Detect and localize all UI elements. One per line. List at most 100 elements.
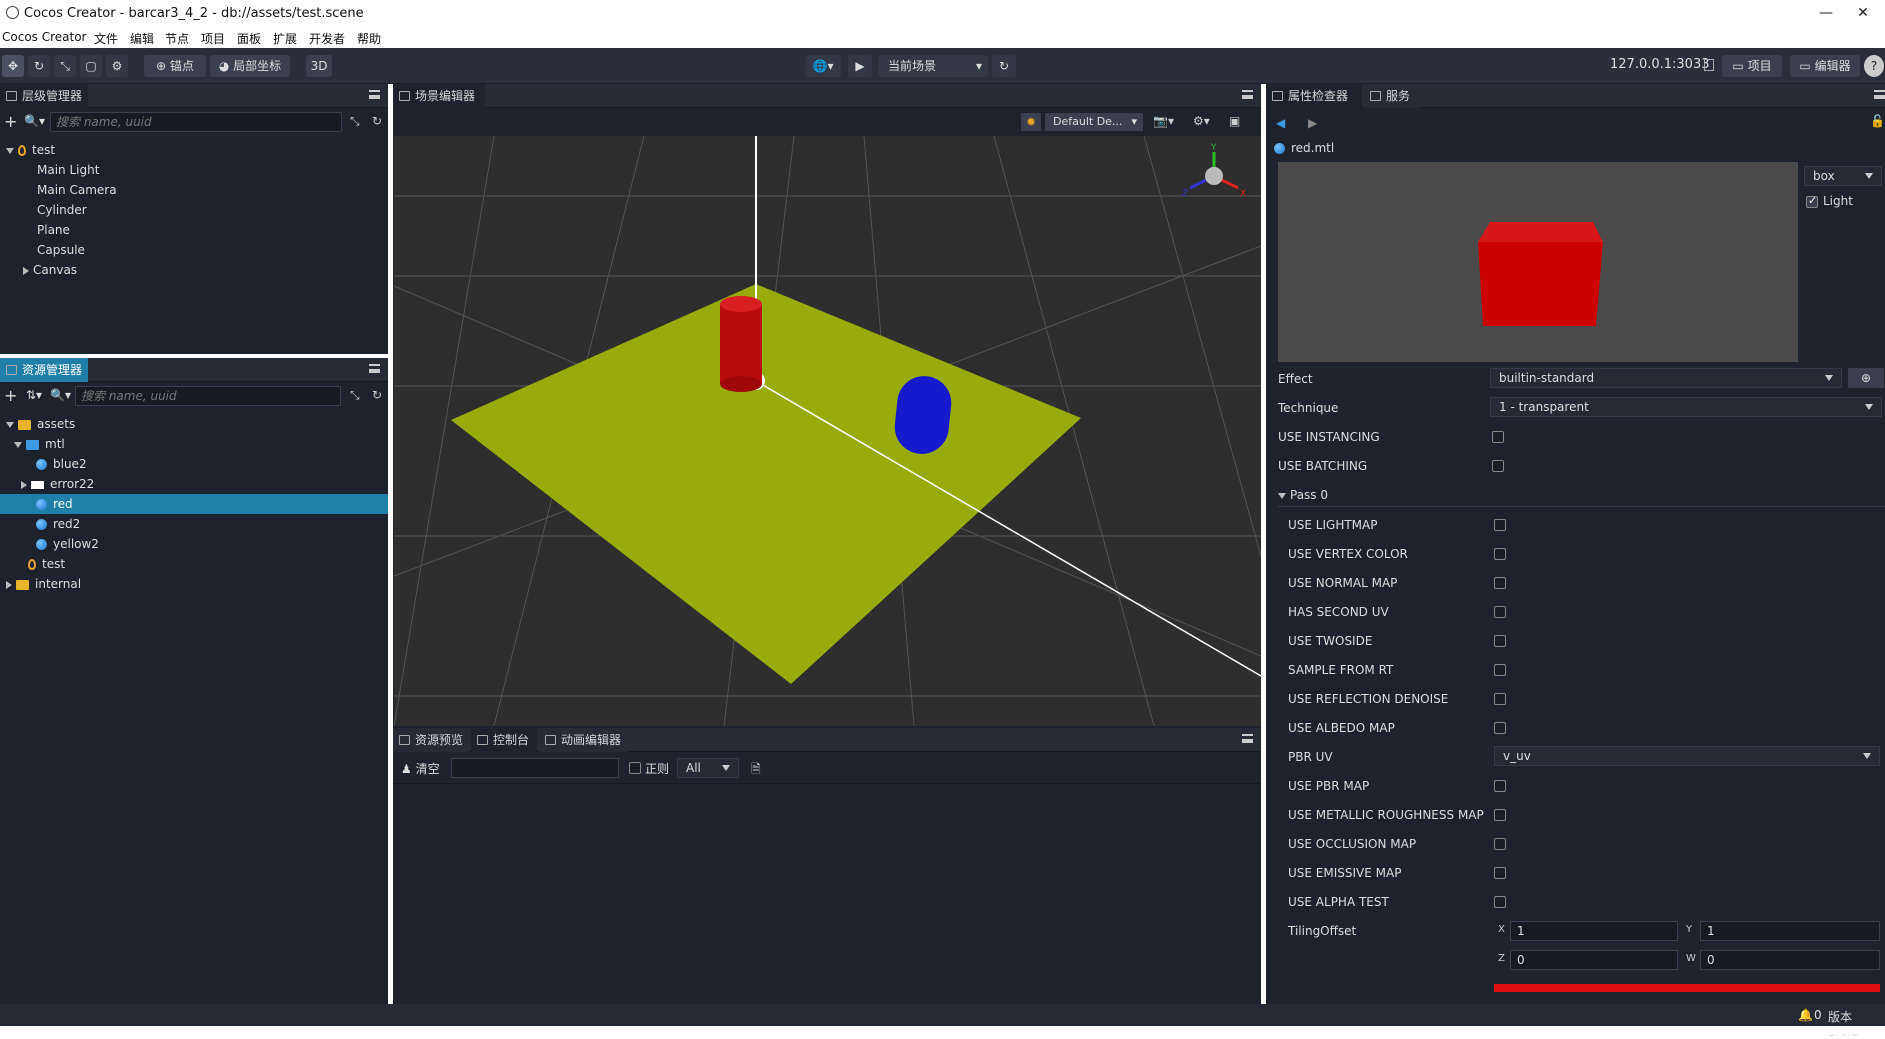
layout-icon[interactable]: ▣ xyxy=(1229,114,1240,128)
panel-menu-icon[interactable] xyxy=(1242,90,1253,99)
asset-assets[interactable]: assets xyxy=(6,414,75,434)
collapse-icon[interactable]: ⤡ xyxy=(350,388,360,403)
mode-3d-button[interactable]: 3D xyxy=(306,55,332,77)
tree-node-canvas[interactable]: Canvas xyxy=(23,260,77,280)
lock-icon[interactable]: 🔓 xyxy=(1870,114,1885,128)
asset-internal[interactable]: internal xyxy=(6,574,81,594)
search-icon[interactable]: 🔍▾ xyxy=(50,388,71,402)
menu-file[interactable]: 文件 xyxy=(94,30,118,47)
tree-node-main-light[interactable]: Main Light xyxy=(37,160,99,180)
effect-select[interactable]: builtin-standard xyxy=(1490,368,1842,388)
rect-tool-icon[interactable]: ▢ xyxy=(80,55,102,77)
minimize-button-2[interactable] xyxy=(1763,0,1807,26)
menu-edit[interactable]: 编辑 xyxy=(130,30,154,47)
tree-node-capsule[interactable]: Capsule xyxy=(37,240,85,260)
tab-animation-editor[interactable]: 动画编辑器 xyxy=(539,728,627,752)
menu-node[interactable]: 节点 xyxy=(165,30,189,47)
use-emissive-map-checkbox[interactable] xyxy=(1494,867,1506,879)
tiling-y-input[interactable]: 1 xyxy=(1700,921,1880,941)
technique-select[interactable]: 1 - transparent xyxy=(1490,397,1882,417)
pass-0-header[interactable]: Pass 0 xyxy=(1278,488,1328,502)
refresh-icon[interactable]: ↻ xyxy=(372,388,382,402)
menu-extension[interactable]: 扩展 xyxy=(273,30,297,47)
locate-effect-button[interactable]: ⊕ xyxy=(1848,368,1884,388)
preview-light-checkbox[interactable]: ✓ xyxy=(1806,194,1818,208)
tab-asset-preview[interactable]: 资源预览 xyxy=(393,728,469,752)
editor-button[interactable]: ▭ 编辑器 xyxy=(1790,55,1860,77)
use-alpha-test-checkbox[interactable] xyxy=(1494,896,1506,908)
refresh-icon[interactable]: ↻ xyxy=(372,114,382,128)
use-pbr-map-checkbox[interactable] xyxy=(1494,780,1506,792)
tab-hierarchy[interactable]: 层级管理器 xyxy=(0,84,88,108)
console-filter-input[interactable] xyxy=(451,758,619,778)
tree-node-plane[interactable]: Plane xyxy=(37,220,70,240)
clear-button[interactable]: ♟ 清空 xyxy=(401,760,440,777)
notification-bell-icon[interactable]: 🔔 xyxy=(1798,1008,1813,1022)
regex-checkbox[interactable] xyxy=(629,762,641,774)
move-tool-icon[interactable]: ✥ xyxy=(2,55,24,77)
use-normal-map-checkbox[interactable] xyxy=(1494,577,1506,589)
use-occlusion-map-checkbox[interactable] xyxy=(1494,838,1506,850)
asset-mtl[interactable]: mtl xyxy=(14,434,65,454)
add-asset-icon[interactable]: + xyxy=(4,386,17,405)
play-icon[interactable]: ▶ xyxy=(848,55,872,77)
search-icon[interactable]: 🔍▾ xyxy=(24,114,45,128)
local-coord-button[interactable]: ◕ 局部坐标 xyxy=(210,55,290,77)
camera-icon[interactable]: 📷▾ xyxy=(1153,114,1174,128)
has-second-uv-checkbox[interactable] xyxy=(1494,606,1506,618)
menu-project[interactable]: 项目 xyxy=(201,30,225,47)
menu-help[interactable]: 帮助 xyxy=(357,30,381,47)
back-arrow-icon[interactable]: ◀ xyxy=(1276,116,1285,130)
albedo-color-swatch[interactable] xyxy=(1494,984,1880,992)
use-albedo-map-checkbox[interactable] xyxy=(1494,722,1506,734)
asset-yellow2[interactable]: yellow2 xyxy=(36,534,99,554)
panel-menu-icon[interactable] xyxy=(1242,734,1253,743)
hierarchy-search-input[interactable]: 搜索 name, uuid xyxy=(50,112,342,132)
scene-select[interactable]: 当前场景 ▾ xyxy=(878,55,988,77)
use-batching-checkbox[interactable] xyxy=(1492,460,1504,472)
tiling-z-input[interactable]: 0 xyxy=(1510,950,1678,970)
use-lightmap-checkbox[interactable] xyxy=(1494,519,1506,531)
forward-arrow-icon[interactable]: ▶ xyxy=(1308,116,1317,130)
gear-icon[interactable]: ⚙▾ xyxy=(1193,114,1210,128)
collapse-icon[interactable]: ⤡ xyxy=(350,114,360,129)
project-button[interactable]: ▭ 项目 xyxy=(1722,55,1782,77)
tab-scene-editor[interactable]: 场景编辑器 xyxy=(393,84,485,108)
use-instancing-checkbox[interactable] xyxy=(1492,431,1504,443)
rotate-tool-icon[interactable]: ↻ xyxy=(28,55,50,77)
close-button[interactable]: ✕ xyxy=(1841,0,1885,26)
refresh-icon[interactable]: ↻ xyxy=(992,55,1016,77)
menu-developer[interactable]: 开发者 xyxy=(309,30,345,47)
asset-red2[interactable]: red2 xyxy=(36,514,80,534)
platform-globe-icon[interactable]: 🌐▾ xyxy=(805,55,841,77)
asset-error22[interactable]: error22 xyxy=(21,474,94,494)
tree-node-cylinder[interactable]: Cylinder xyxy=(37,200,87,220)
menu-cocos[interactable]: Cocos Creator xyxy=(2,30,87,44)
camera-gizmo-icon[interactable]: ✹ xyxy=(1021,113,1041,131)
use-vertex-color-checkbox[interactable] xyxy=(1494,548,1506,560)
use-twoside-checkbox[interactable] xyxy=(1494,635,1506,647)
pbr-uv-select[interactable]: v_uv xyxy=(1494,746,1880,766)
panel-menu-icon[interactable] xyxy=(1874,90,1885,99)
panel-menu-icon[interactable] xyxy=(369,90,380,99)
use-reflection-denoise-checkbox[interactable] xyxy=(1494,693,1506,705)
camera-select[interactable]: Default De... ▾ xyxy=(1045,113,1143,131)
tab-service[interactable]: 服务 xyxy=(1364,84,1420,108)
material-preview[interactable] xyxy=(1278,162,1798,362)
tab-console[interactable]: 控制台 xyxy=(471,728,537,752)
help-button[interactable]: ? xyxy=(1864,55,1884,77)
preview-shape-select[interactable]: box xyxy=(1804,166,1882,186)
panel-menu-icon[interactable] xyxy=(369,364,380,373)
gear-icon[interactable]: ⚙ xyxy=(106,55,128,77)
anchor-button[interactable]: ⊕ 锚点 xyxy=(144,55,206,77)
scale-tool-icon[interactable]: ⤡ xyxy=(54,55,76,77)
tree-node-main-camera[interactable]: Main Camera xyxy=(37,180,117,200)
assets-search-input[interactable]: 搜索 name, uuid xyxy=(75,386,341,406)
scene-viewport[interactable]: Y X Z xyxy=(394,136,1261,726)
asset-test-scene[interactable]: test xyxy=(28,554,65,574)
log-level-select[interactable]: All xyxy=(677,758,739,778)
tiling-w-input[interactable]: 0 xyxy=(1700,950,1880,970)
add-node-icon[interactable]: + xyxy=(4,112,17,131)
tiling-x-input[interactable]: 1 xyxy=(1510,921,1678,941)
tab-inspector[interactable]: 属性检查器 xyxy=(1266,84,1362,108)
